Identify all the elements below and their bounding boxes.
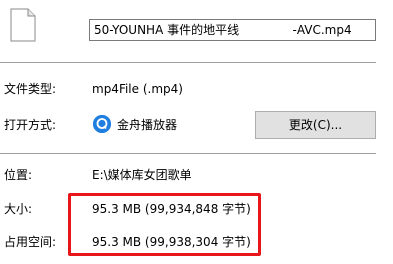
size-label: 大小: (4, 202, 33, 216)
file-properties-general-tab: 50-YOUNHA 事件的地平线 -AVC.mp4 文件类型: mp4File … (0, 0, 393, 264)
location-value: E:\媒体库女团歌单 (92, 168, 192, 182)
opens-with-label: 打开方式: (4, 118, 57, 132)
player-app-icon (93, 115, 111, 133)
file-type-label: 文件类型: (4, 82, 57, 96)
change-button[interactable]: 更改(C)... (255, 111, 376, 139)
highlight-box (68, 193, 261, 256)
divider (0, 62, 376, 63)
opens-with-app-name: 金舟播放器 (117, 118, 178, 132)
location-label: 位置: (4, 168, 33, 182)
file-type-value: mp4File (.mp4) (92, 82, 183, 96)
file-icon (8, 8, 38, 42)
divider (0, 153, 376, 154)
filename-field[interactable]: 50-YOUNHA 事件的地平线 -AVC.mp4 (89, 19, 376, 41)
size-on-disk-label: 占用空间: (4, 235, 57, 249)
